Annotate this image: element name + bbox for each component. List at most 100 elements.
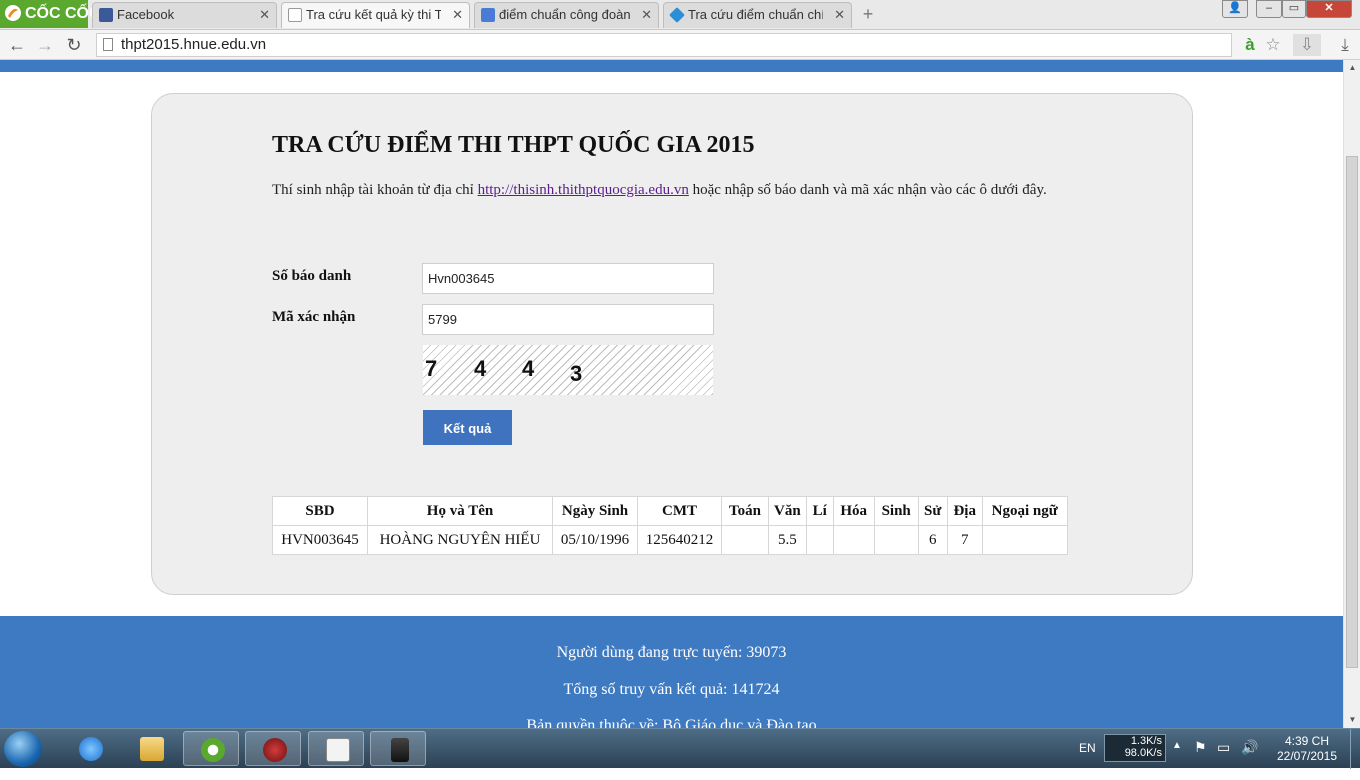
table-header-row: SBD Họ và Tên Ngày Sinh CMT Toán Văn Lí … [272, 496, 1068, 526]
profile-button[interactable]: 👤 [1222, 0, 1248, 18]
table-cell: 7 [946, 525, 983, 555]
tab-tra-cuu-ket-qua[interactable]: Tra cứu kết quả kỳ thi Tốt ✕ [281, 2, 470, 28]
download-speed: 98.0K/s [1124, 747, 1162, 759]
column-header: Ngày Sinh [552, 496, 638, 526]
star-icon[interactable]: ☆ [1261, 34, 1285, 56]
captcha-digit: 4 [522, 356, 535, 381]
network-icon[interactable]: ▭ [1217, 739, 1230, 779]
browser-tab-bar: CỐC CỐC Facebook ✕ Tra cứu kết quả kỳ th… [0, 0, 1360, 30]
page-icon [103, 38, 113, 51]
new-tab-button[interactable]: + [858, 4, 878, 24]
network-speed-meter: 1.3K/s 98.0K/s [1104, 734, 1166, 762]
window-taskbar-button[interactable] [308, 731, 364, 766]
flag-icon[interactable]: ⚑ [1194, 739, 1207, 779]
header-stripe [0, 60, 1343, 72]
lookup-panel: TRA CỨU ĐIỂM THI THPT QUỐC GIA 2015 Thí … [151, 93, 1193, 595]
close-window-button[interactable]: ✕ [1306, 0, 1352, 18]
system-clock[interactable]: 4:39 CH 22/07/2015 [1272, 734, 1342, 764]
facebook-icon [99, 8, 113, 22]
scrollbar-thumb[interactable] [1346, 156, 1358, 668]
internet-explorer-taskbar-button[interactable] [62, 731, 118, 766]
download-icon[interactable]: ⇩ [1293, 34, 1321, 56]
maximize-button[interactable]: ▭ [1282, 0, 1306, 18]
tab-label: Tra cứu kết quả kỳ thi Tốt [306, 7, 441, 22]
captcha-digit: 7 [425, 356, 438, 381]
table-cell: HVN003645 [272, 525, 368, 555]
scroll-up-arrow-icon[interactable]: ▲ [1344, 60, 1360, 76]
app-taskbar-button[interactable] [245, 731, 301, 766]
tab-label: điểm chuẩn công đoàn 20 [499, 7, 630, 22]
query-count-text: Tổng số truy vấn kết quả: 141724 [563, 681, 780, 698]
table-cell: 05/10/1996 [552, 525, 638, 555]
sbd-label: Số báo danh [272, 268, 352, 284]
close-icon[interactable]: ✕ [641, 3, 652, 27]
menu-download-icon[interactable]: ⤓ [1333, 34, 1357, 56]
close-icon[interactable]: ✕ [834, 3, 845, 27]
upload-speed: 1.3K/s [1130, 735, 1162, 747]
result-button[interactable]: Kết quả [423, 410, 512, 445]
show-desktop-button[interactable] [1350, 729, 1360, 769]
table-cell [832, 525, 875, 555]
spiderman-icon [263, 738, 287, 762]
phone-app-taskbar-button[interactable] [370, 731, 426, 766]
tab-facebook[interactable]: Facebook ✕ [92, 2, 277, 28]
tab-label: Facebook [117, 7, 175, 22]
column-header: Sinh [873, 496, 919, 526]
desc-text: hoặc nhập số báo danh và mã xác nhận vào… [688, 182, 1047, 198]
table-row: HVN003645 HOÀNG NGUYÊN HIẾU 05/10/1996 1… [272, 525, 1068, 555]
column-header: CMT [637, 496, 722, 526]
online-users-text: Người dùng đang trực tuyến: 39073 [556, 644, 787, 661]
column-header: Địa [946, 496, 983, 526]
folder-icon [140, 737, 164, 761]
clock-date: 22/07/2015 [1276, 749, 1338, 763]
column-header: Lí [805, 496, 834, 526]
start-button[interactable] [4, 731, 42, 767]
column-header: Toán [721, 496, 769, 526]
url-input[interactable]: thpt2015.hnue.edu.vn [96, 33, 1232, 57]
coccoc-taskbar-button[interactable] [183, 731, 239, 766]
internet-explorer-icon [79, 737, 103, 761]
column-header: SBD [272, 496, 368, 526]
coccoc-icon [201, 738, 225, 762]
coccoc-logo-icon [5, 5, 21, 21]
tab-label: Tra cứu điểm chuẩn chính [688, 7, 823, 22]
column-header: Sử [917, 496, 948, 526]
forward-icon[interactable]: → [34, 34, 56, 56]
google-icon [481, 8, 495, 22]
back-icon[interactable]: ← [6, 34, 28, 56]
tray-expand-icon[interactable]: ▲ [1172, 740, 1182, 780]
minimize-button[interactable]: – [1256, 0, 1282, 18]
address-bar: ← → ↻ thpt2015.hnue.edu.vn à ☆ ⇩ ⤓ [0, 30, 1360, 60]
explorer-taskbar-button[interactable] [123, 731, 179, 766]
windows-taskbar: EN 1.3K/s 98.0K/s ▲ ⚑ ▭ 🔊 4:39 CH 22/07/… [0, 728, 1360, 769]
code-input[interactable] [422, 304, 714, 335]
captcha-digit: 3 [570, 361, 583, 386]
table-cell [981, 525, 1068, 555]
table-cell: 5.5 [768, 525, 807, 555]
table-cell [805, 525, 834, 555]
reload-icon[interactable]: ↻ [63, 34, 85, 56]
desc-text: Thí sinh nhập tài khoản từ địa chỉ [272, 182, 478, 198]
volume-icon[interactable]: 🔊 [1241, 739, 1258, 779]
close-icon[interactable]: ✕ [259, 3, 270, 27]
page-icon [288, 8, 302, 22]
phone-icon [391, 738, 409, 762]
sbd-input[interactable] [422, 263, 714, 294]
results-table: SBD Họ và Tên Ngày Sinh CMT Toán Văn Lí … [272, 496, 1068, 555]
language-indicator[interactable]: EN [1079, 741, 1096, 755]
table-cell: 6 [917, 525, 948, 555]
page-footer: Người dùng đang trực tuyến: 39073 Tổng s… [0, 616, 1343, 728]
vertical-scrollbar[interactable]: ▲ ▼ [1343, 60, 1360, 728]
coccoc-dictionary-icon[interactable]: à [1238, 34, 1262, 56]
table-cell: HOÀNG NGUYÊN HIẾU [367, 525, 553, 555]
captcha-digit: 4 [474, 356, 487, 381]
scroll-down-arrow-icon[interactable]: ▼ [1344, 712, 1360, 728]
close-icon[interactable]: ✕ [452, 3, 463, 27]
tab-diem-chuan-cong-doan[interactable]: điểm chuẩn công đoàn 20 ✕ [474, 2, 659, 28]
thisinh-link[interactable]: http://thisinh.thithptquocgia.edu.vn [478, 182, 689, 198]
code-label: Mã xác nhận [272, 309, 356, 325]
coccoc-brand-button[interactable]: CỐC CỐC [0, 0, 101, 28]
tab-tra-cuu-diem-chuan[interactable]: Tra cứu điểm chuẩn chính ✕ [663, 2, 852, 28]
table-cell [873, 525, 919, 555]
copyright-text: Bản quyền thuộc về: Bộ Giáo dục và Đào t… [526, 717, 817, 728]
